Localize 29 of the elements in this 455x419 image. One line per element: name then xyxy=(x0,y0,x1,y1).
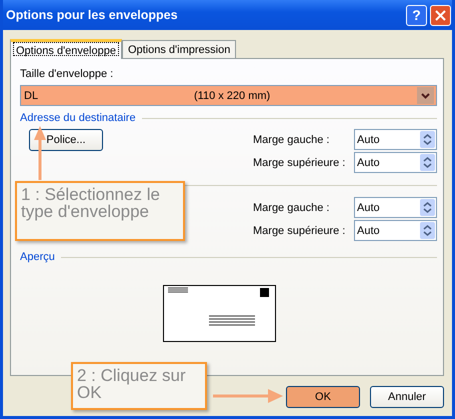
margin-label: Marge gauche : xyxy=(253,134,330,146)
margin-spinner[interactable]: Auto xyxy=(354,129,437,150)
margin-label: Marge supérieure : xyxy=(253,156,346,168)
callout-arrow xyxy=(34,126,46,180)
callout-note: 1 : Sélectionnez le type d'enveloppe xyxy=(15,181,185,241)
spinner-arrows-icon xyxy=(420,222,435,239)
window-title: Options pour les enveloppes xyxy=(6,8,179,22)
close-icon xyxy=(435,10,446,20)
tab[interactable]: Options d'impression xyxy=(122,40,236,58)
tab[interactable]: Options d'enveloppe xyxy=(10,39,122,59)
spinner-arrows-icon xyxy=(420,199,435,216)
callout-note: 2 : Cliquez sur OK xyxy=(71,362,207,410)
callout-arrow xyxy=(213,389,283,403)
section-title: Adresse du destinataire xyxy=(20,112,136,124)
close-button[interactable] xyxy=(430,4,451,26)
field-label: Taille d'enveloppe : xyxy=(20,68,114,80)
font-button[interactable]: Police... xyxy=(29,129,103,151)
dialog-button[interactable]: OK xyxy=(286,386,360,408)
section-title: Aperçu xyxy=(20,251,55,263)
margin-spinner[interactable]: Auto xyxy=(354,197,437,218)
spinner-arrows-icon xyxy=(420,131,435,148)
help-button[interactable]: ? xyxy=(406,4,427,26)
envelope-size-dropdown[interactable]: DL (110 x 220 mm) xyxy=(20,85,437,106)
margin-label: Marge gauche : xyxy=(253,202,330,214)
spinner-arrows-icon xyxy=(420,154,435,171)
margin-spinner[interactable]: Auto xyxy=(354,152,437,173)
margin-label: Marge supérieure : xyxy=(253,224,346,236)
margin-spinner[interactable]: Auto xyxy=(354,220,437,241)
dialog-button[interactable]: Annuler xyxy=(370,386,444,408)
